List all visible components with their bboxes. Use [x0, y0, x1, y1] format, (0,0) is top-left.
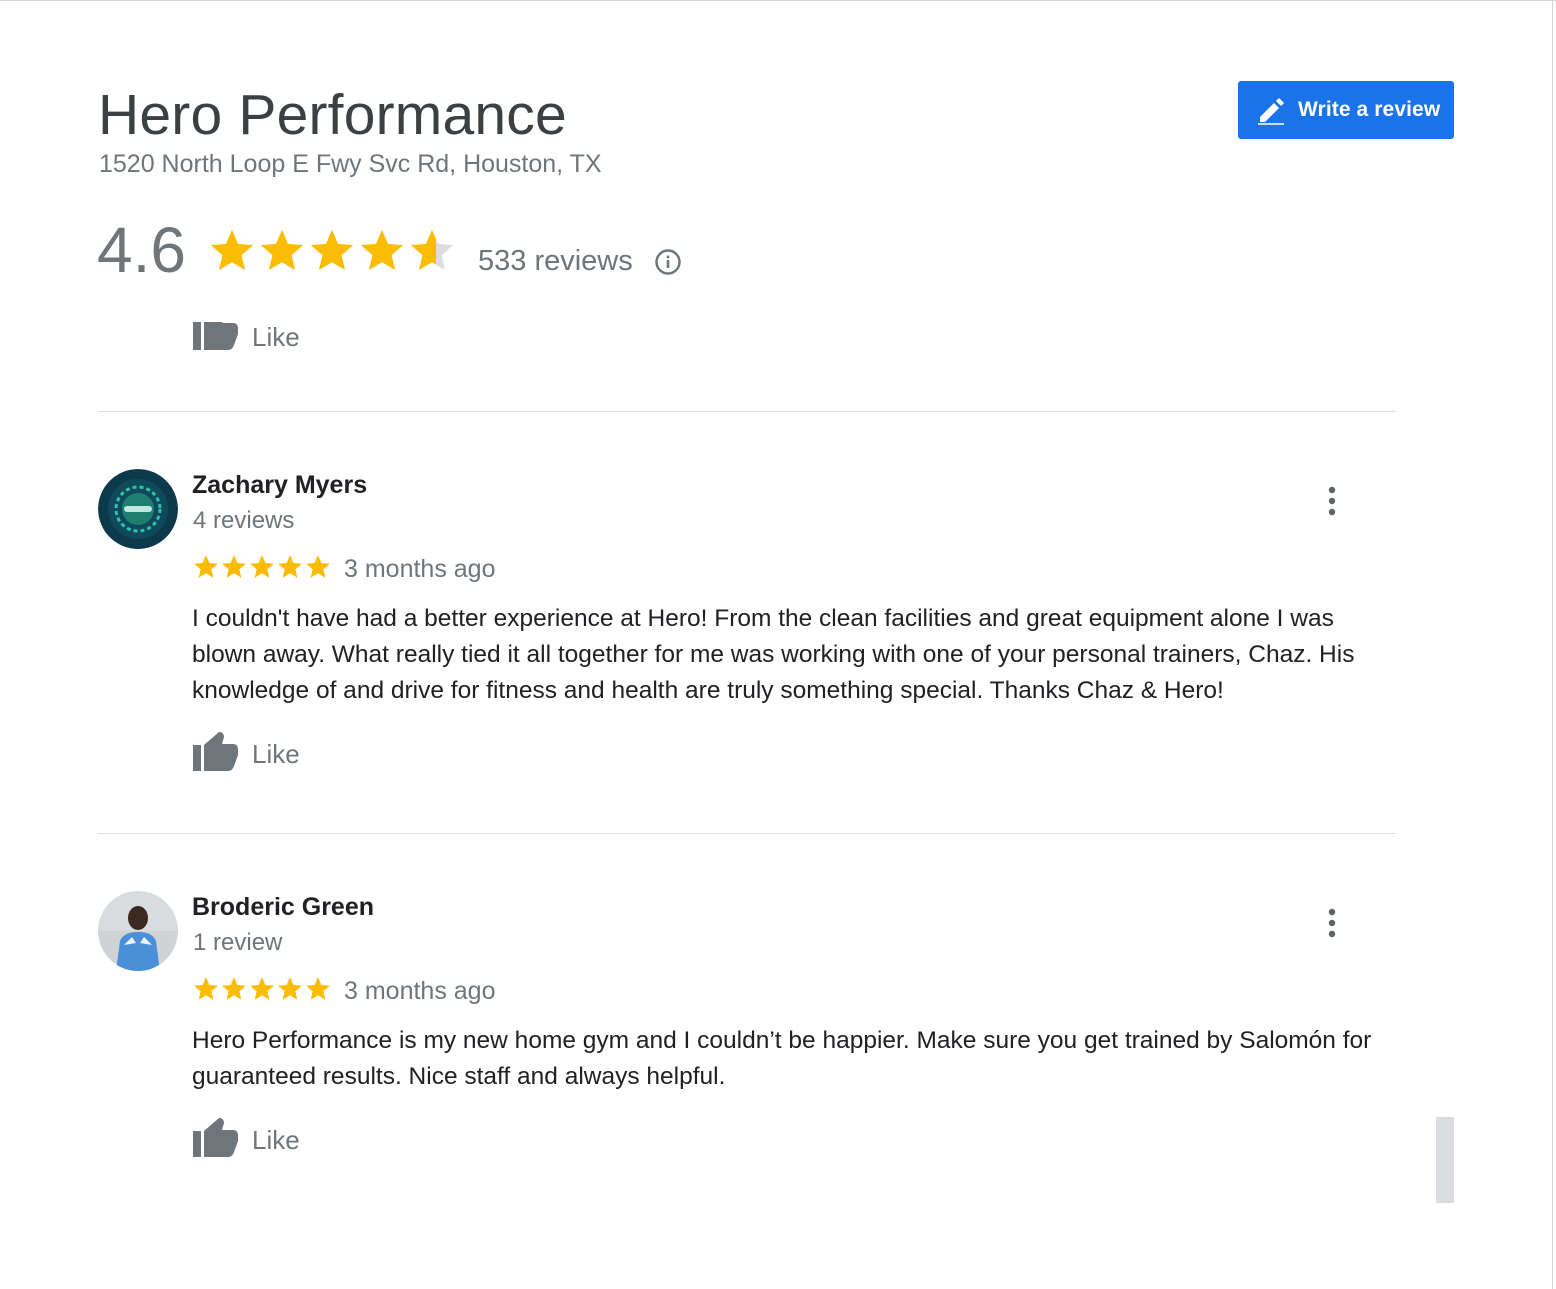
thumbs-up-icon — [192, 731, 252, 778]
reviewer-review-count: 4 reviews — [193, 507, 295, 534]
star-icon — [278, 555, 302, 578]
star-icon — [306, 977, 330, 1000]
reviewer-name[interactable]: Zachary Myers — [192, 470, 367, 500]
review-stars — [192, 975, 332, 1003]
review-text: I couldn't have had a better experience … — [192, 605, 1355, 704]
like-label: Like — [252, 322, 300, 352]
avatar[interactable] — [98, 469, 178, 549]
star-icon — [306, 555, 330, 578]
star-icon — [222, 977, 246, 1000]
star-icon — [360, 229, 404, 271]
reviewer-review-count: 1 review — [193, 929, 283, 956]
thumbs-up-icon — [192, 1117, 252, 1164]
star-icon — [210, 229, 254, 271]
review-date: 3 months ago — [344, 555, 496, 583]
more-vert-icon[interactable] — [1318, 905, 1346, 941]
like-label: Like — [252, 739, 300, 769]
more-vert-icon[interactable] — [1318, 483, 1346, 519]
write-review-button[interactable]: Write a review — [1238, 81, 1454, 139]
star-icon — [194, 555, 218, 578]
review-divider — [98, 833, 1396, 834]
review-stars — [192, 553, 332, 581]
star-icon — [310, 229, 354, 271]
star-icon — [260, 229, 304, 271]
star-icon — [222, 555, 246, 578]
review-divider — [98, 411, 1396, 412]
like-button[interactable]: Like — [192, 314, 300, 361]
star-icon — [194, 977, 218, 1000]
like-button[interactable]: Like — [192, 1117, 300, 1164]
star-icon — [250, 555, 274, 578]
like-label: Like — [252, 1125, 300, 1155]
business-address: 1520 North Loop E Fwy Svc Rd, Houston, T… — [99, 150, 602, 178]
window-right-border — [1552, 0, 1553, 1289]
thumbs-up-icon — [192, 314, 252, 361]
business-name: Hero Performance — [98, 83, 567, 147]
info-icon[interactable] — [654, 248, 682, 276]
window-top-border — [0, 0, 1556, 1]
like-button[interactable]: Like — [192, 731, 300, 778]
star-icon — [278, 977, 302, 1000]
average-rating-stars — [207, 226, 457, 276]
average-rating: 4.6 — [97, 214, 186, 286]
review-text: Hero Performance is my new home gym and … — [192, 1027, 1372, 1090]
pencil-icon — [1256, 95, 1286, 125]
star-icon — [250, 977, 274, 1000]
star-icon — [410, 229, 454, 271]
write-review-label: Write a review — [1298, 98, 1441, 121]
scrollbar-thumb[interactable] — [1436, 1117, 1454, 1203]
review-date: 3 months ago — [344, 977, 496, 1005]
total-review-count: 533 reviews — [478, 245, 633, 277]
avatar[interactable] — [98, 891, 178, 971]
reviewer-name[interactable]: Broderic Green — [192, 892, 374, 922]
